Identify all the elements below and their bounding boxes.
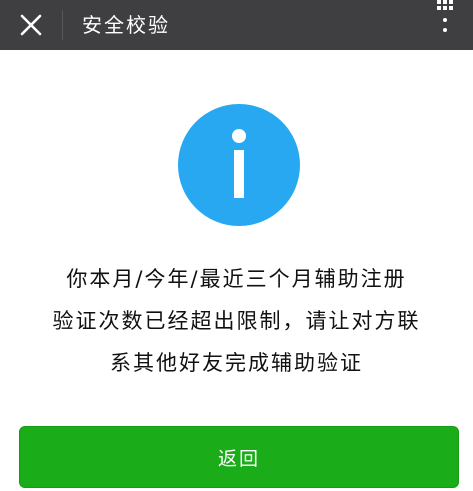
limit-exceeded-message: 你本月/今年/最近三个月辅助注册 验证次数已经超出限制，请让对方联 系其他好友完… <box>0 258 473 384</box>
top-bar: 安全校验 <box>0 0 473 50</box>
info-icon <box>178 104 300 226</box>
more-options-button[interactable] <box>425 0 465 40</box>
message-line: 验证次数已经超出限制，请让对方联 <box>52 309 421 333</box>
back-button[interactable]: 返回 <box>19 426 459 488</box>
header-divider <box>62 10 63 40</box>
message-line: 你本月/今年/最近三个月辅助注册 <box>66 267 407 291</box>
close-button[interactable] <box>10 4 52 46</box>
message-line: 系其他好友完成辅助验证 <box>110 351 363 375</box>
page-title: 安全校验 <box>82 13 170 37</box>
more-options-icon <box>437 0 453 32</box>
security-check-page: 安全校验 你本月/今年/最近三个月辅助注册 验证次数已经超出限制，请让对方联 系… <box>0 0 473 491</box>
close-icon <box>20 14 42 36</box>
